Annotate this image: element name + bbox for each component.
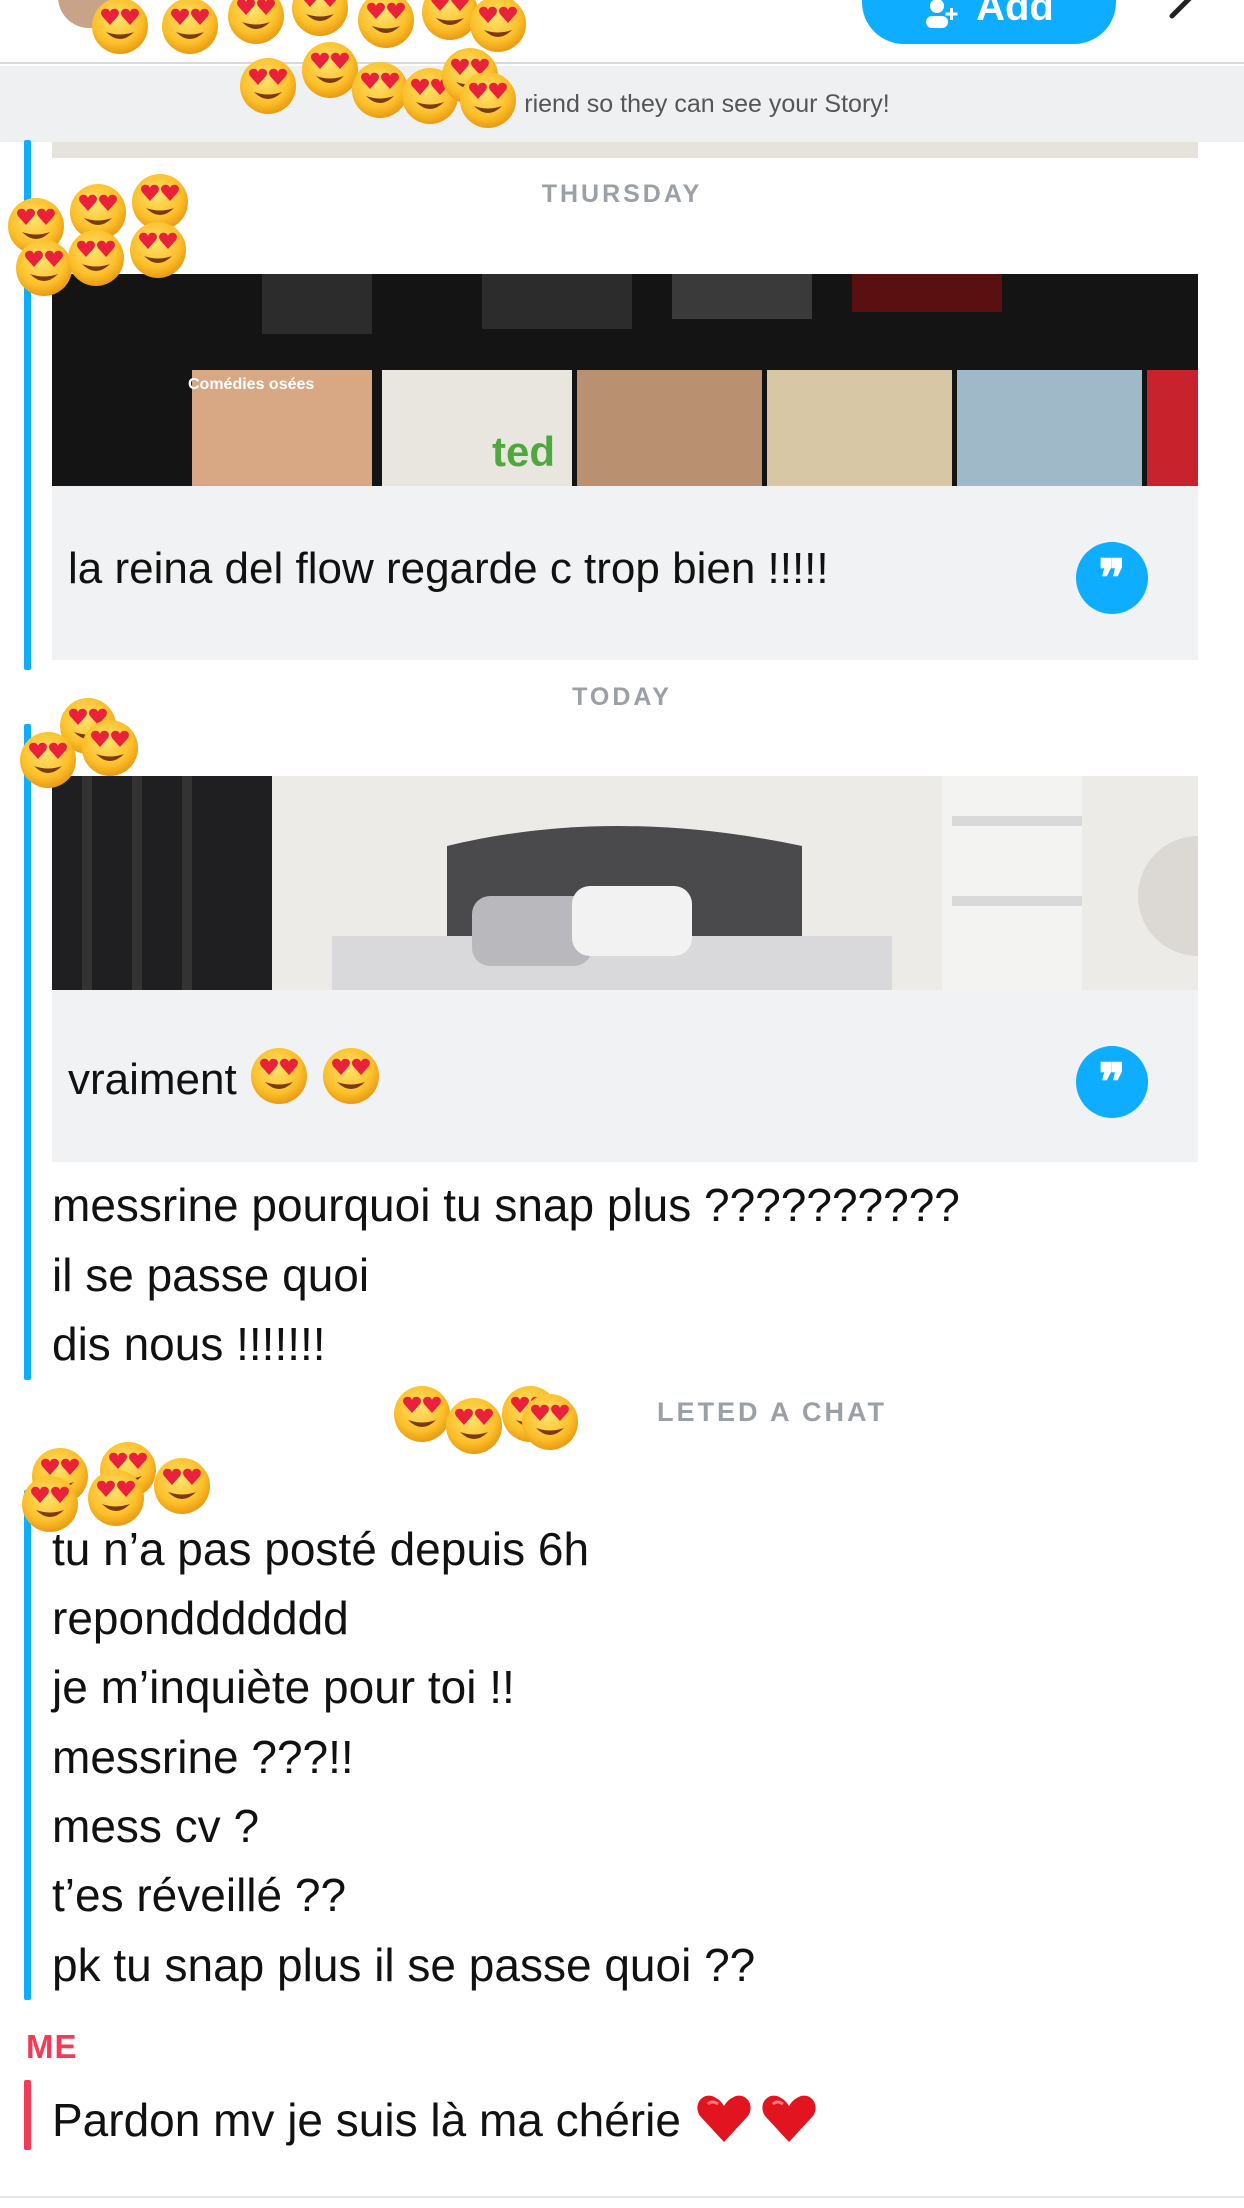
chat-message: pk tu snap plus il se passe quoi ?? xyxy=(52,1939,756,1991)
heart-eyes-emoji-icon xyxy=(240,58,296,114)
red-heart-icon xyxy=(760,2094,817,2144)
quote-icon[interactable]: ❞ xyxy=(1076,1046,1148,1118)
my-message-bar xyxy=(24,2080,31,2150)
heart-eyes-emoji-icon xyxy=(323,1048,380,1104)
heart-eyes-emoji-icon xyxy=(92,0,148,54)
heart-eyes-emoji-icon xyxy=(446,1398,502,1454)
heart-eyes-emoji-icon xyxy=(68,230,124,286)
me-sender-label: ME xyxy=(26,2028,78,2065)
my-chat-message-text: Pardon mv je suis là ma chérie xyxy=(52,2094,681,2146)
heart-eyes-emoji-icon xyxy=(522,1394,578,1450)
story-reply-caption: la reina del flow regarde c trop bien !!… xyxy=(68,544,829,593)
heart-eyes-emoji-icon xyxy=(394,1386,450,1442)
heart-eyes-emoji-icon xyxy=(460,72,516,128)
chat-message: je m’inquiète pour toi !! xyxy=(52,1661,515,1713)
more-icon[interactable] xyxy=(1168,0,1202,20)
chat-message: messrine pourquoi tu snap plus ?????????… xyxy=(52,1179,960,1231)
red-heart-icon xyxy=(695,2094,752,2144)
quote-icon[interactable]: ❞ xyxy=(1076,542,1148,614)
add-friend-button[interactable]: Add xyxy=(862,0,1116,44)
heart-eyes-emoji-icon xyxy=(130,222,186,278)
heart-eyes-emoji-icon xyxy=(228,0,284,44)
chat-message: il se passe quoi xyxy=(52,1249,370,1301)
date-separator: TODAY xyxy=(572,683,672,711)
story-thumbnail[interactable]: Comédies osées ted xyxy=(52,274,1198,486)
chat-message: mess cv ? xyxy=(52,1800,260,1852)
story-thumbnail[interactable] xyxy=(52,776,1198,990)
heart-eyes-emoji-icon xyxy=(82,720,138,776)
heart-eyes-emoji-icon xyxy=(292,0,348,36)
chat-message: t’es réveillé ?? xyxy=(52,1869,347,1921)
heart-eyes-emoji-icon xyxy=(16,240,72,296)
heart-eyes-emoji-icon xyxy=(358,0,414,48)
story-thumbnail-previous xyxy=(52,142,1198,158)
chat-message: reponddddddd xyxy=(52,1592,349,1644)
chat-message: dis nous !!!!!!! xyxy=(52,1318,326,1370)
heart-eyes-emoji-icon xyxy=(88,1470,144,1526)
heart-eyes-emoji-icon xyxy=(22,1476,78,1532)
friend-message-bar xyxy=(24,724,31,1380)
heart-eyes-emoji-icon xyxy=(250,1048,307,1104)
heart-eyes-emoji-icon xyxy=(162,0,218,54)
story-reply-caption-text: vraiment xyxy=(68,1055,237,1104)
add-friend-label: Add xyxy=(976,0,1054,29)
story-reply-card[interactable]: Comédies osées ted la reina del flow reg… xyxy=(52,274,1198,660)
heart-eyes-emoji-icon xyxy=(154,1458,210,1514)
story-reply-caption: vraiment xyxy=(68,1046,381,1106)
divider xyxy=(0,2196,1244,2198)
my-chat-message: Pardon mv je suis là ma chérie xyxy=(52,2090,819,2147)
story-reply-card[interactable]: vraiment ❞ xyxy=(52,776,1198,1162)
deleted-chat-notice: LETED A CHAT xyxy=(0,1397,1244,1428)
add-friend-icon xyxy=(926,0,958,28)
chat-message: tu n’a pas posté depuis 6h xyxy=(52,1523,590,1575)
heart-eyes-emoji-icon xyxy=(20,732,76,788)
friend-message-bar xyxy=(24,1490,31,2000)
chat-message: messrine ???!! xyxy=(52,1731,354,1783)
story-hint-banner: riend so they can see your Story! xyxy=(0,66,1244,142)
svg-text:ted: ted xyxy=(492,428,555,475)
svg-text:Comédies osées: Comédies osées xyxy=(188,376,314,393)
